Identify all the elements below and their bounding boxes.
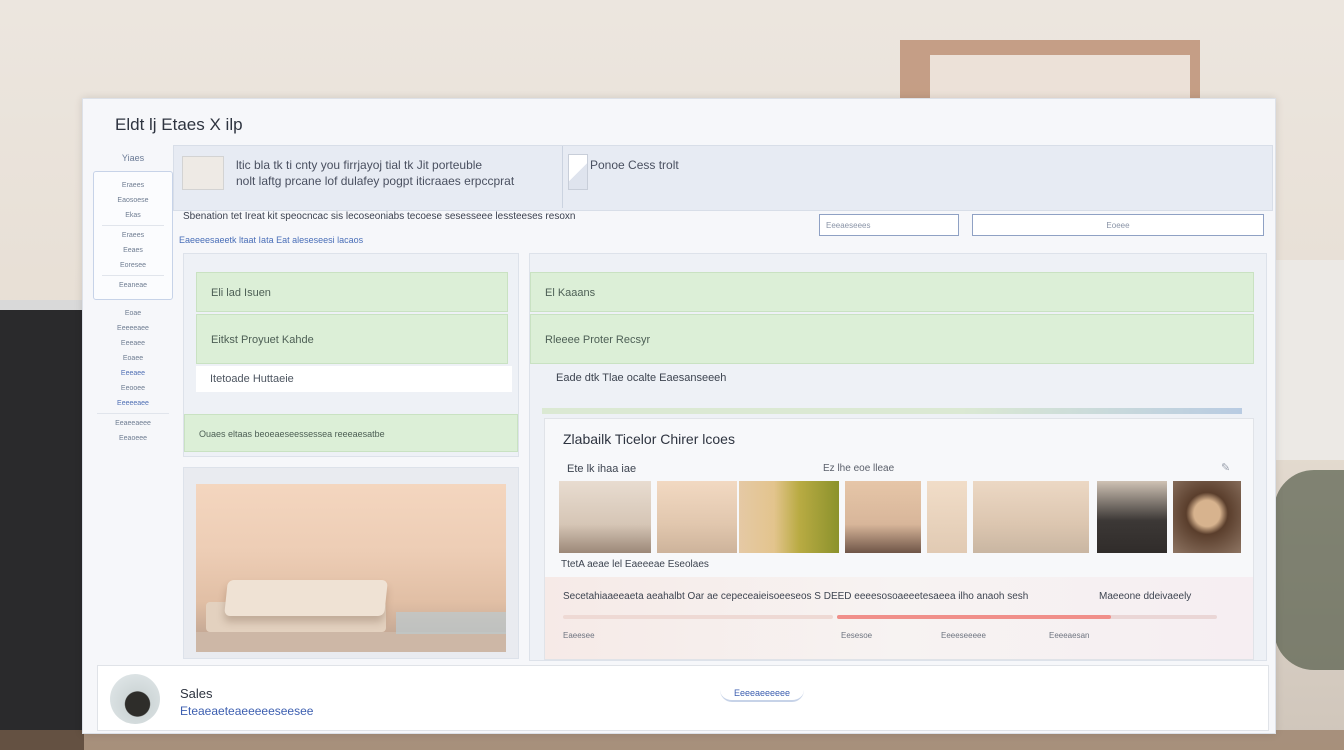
edit-icon[interactable]: ✎ — [1221, 461, 1230, 474]
gallery-panel: Zlabailk Ticelor Chirer lcoes Ete lk iha… — [544, 418, 1254, 660]
banner-thumbnail — [182, 156, 224, 190]
profile-bar: Sales Eteaeaeteaeeeeeseesee Eeeeaeeeeee — [97, 665, 1269, 731]
left-panel: Eli lad Isuen Eitkst Proyuet Kahde Iteto… — [183, 253, 519, 457]
footer-label: Eesesoe — [841, 631, 873, 640]
notice-banner: ltic bla tk ti cnty you firrjayoj tial t… — [173, 145, 1273, 211]
banner-divider — [562, 146, 563, 208]
profile-name: Sales — [180, 686, 213, 701]
sidebar-item[interactable]: Eoae — [91, 306, 175, 321]
search-input[interactable]: Eeeaeseees — [819, 214, 959, 236]
footer-label: Eeeeseeeee — [941, 631, 986, 640]
app-title: Eldt lj Etaes X ilp — [115, 115, 243, 134]
gallery-footer: Secetahiaaeeaeta aeahalbt Oar ae cepecea… — [545, 577, 1253, 659]
section-bar — [542, 408, 1242, 414]
sidebar-item[interactable]: Eeaoeee — [91, 431, 175, 446]
gallery-subtitle: Ete lk ihaa iae — [567, 463, 637, 475]
sidebar-item[interactable]: Eeeeeaee — [91, 321, 175, 336]
background-plant — [1274, 470, 1344, 670]
list-item[interactable]: Eli lad Isuen — [196, 272, 508, 312]
sidebar-item[interactable]: Eeeeeaee — [91, 396, 175, 411]
banner-text: ltic bla tk ti cnty you firrjayoj tial t… — [236, 158, 483, 172]
thumbnail[interactable] — [927, 481, 967, 553]
filter-input[interactable]: Eoeee — [972, 214, 1264, 236]
sidebar-item[interactable]: Eeooee — [91, 381, 175, 396]
status-row[interactable]: Ouaes eltaas beoeaeseessessea reeeaesatb… — [184, 414, 518, 452]
sidebar-item[interactable]: Eeaes — [96, 243, 170, 258]
thumbnail[interactable] — [739, 481, 839, 553]
sidebar-item[interactable]: Eoresee — [96, 258, 170, 273]
list-item[interactable]: Eitkst Proyuet Kahde — [196, 314, 508, 364]
sidebar-item[interactable]: Eaosoese — [96, 193, 170, 208]
sidebar-divider — [102, 275, 164, 276]
gallery-caption: TtetA aeae lel Eaeeeae Eseolaes — [561, 559, 709, 570]
image-cloth — [396, 612, 506, 634]
sidebar-header: Yiaes — [121, 153, 145, 163]
background-laptop-rim — [0, 300, 84, 310]
image-floor — [196, 632, 506, 652]
background-box — [930, 55, 1190, 100]
sidebar-divider — [97, 413, 169, 414]
footer-status: Maeeone ddeivaeely — [1099, 591, 1192, 602]
list-item[interactable]: Rleeee Proter Recsyr — [530, 314, 1254, 364]
banner-link[interactable]: Ponoe Cess trolt — [590, 158, 679, 172]
section-label: Eade dtk Tlae ocalte Eaesanseeeh — [556, 372, 727, 384]
sidebar-item[interactable]: Eeeaee — [91, 336, 175, 351]
right-panel: El Kaaans Rleeee Proter Recsyr Eade dtk … — [529, 253, 1267, 661]
sidebar-item[interactable]: Eeaneae — [96, 278, 170, 293]
page-icon — [568, 154, 588, 190]
product-image — [196, 484, 506, 652]
thumbnail[interactable] — [1097, 481, 1167, 553]
thumbnail[interactable] — [559, 481, 651, 553]
sidebar: Yiaes Eraees Eaosoese Ekas Eraees Eeaes … — [91, 147, 175, 657]
sidebar-divider — [102, 225, 164, 226]
list-item[interactable]: El Kaaans — [530, 272, 1254, 312]
action-button[interactable]: Eeeeaeeeeee — [720, 686, 805, 702]
info-link[interactable]: Eaeeeesaeetk ltaat Iata Eat aleseseesi l… — [179, 235, 363, 245]
sidebar-group: Eraees Eaosoese Ekas Eraees Eeaes Eorese… — [93, 171, 173, 300]
app-window: Eldt lj Etaes X ilp Yiaes Eraees Eaosoes… — [82, 98, 1276, 734]
thumbnail[interactable] — [1173, 481, 1241, 553]
footer-text: Secetahiaaeeaeta aeahalbt Oar ae cepecea… — [563, 591, 1029, 602]
image-pad — [224, 580, 388, 616]
avatar[interactable] — [110, 674, 160, 724]
info-text: Sbenation tet Ireat kit speocncac sis le… — [183, 211, 576, 222]
gallery-filter[interactable]: Ez lhe eoe lleae — [823, 463, 894, 474]
list-item[interactable]: Itetoade Huttaeie — [196, 366, 512, 392]
progress-bar[interactable] — [837, 615, 1217, 619]
background-laptop — [0, 300, 84, 750]
gallery-title: Zlabailk Ticelor Chirer lcoes — [563, 431, 735, 447]
footer-label: Eaeesee — [563, 631, 595, 640]
progress-fill — [837, 615, 1111, 619]
sidebar-item[interactable]: Ekas — [96, 208, 170, 223]
sidebar-item[interactable]: Eraees — [96, 178, 170, 193]
thumbnail-strip — [559, 481, 1241, 553]
sidebar-item[interactable]: Eraees — [96, 228, 170, 243]
image-panel — [183, 467, 519, 659]
banner-text: nolt laftg prcane lof dulafey pogpt itic… — [236, 174, 515, 188]
thumbnail[interactable] — [845, 481, 921, 553]
thumbnail[interactable] — [657, 481, 737, 553]
sidebar-item[interactable]: Eoaee — [91, 351, 175, 366]
thumbnail[interactable] — [973, 481, 1089, 553]
footer-label: Eeeeaesan — [1049, 631, 1090, 640]
progress-track — [563, 615, 833, 619]
profile-link[interactable]: Eteaeaeteaeeeeeseesee — [180, 704, 313, 718]
background-wall — [1274, 260, 1344, 460]
sidebar-item-active[interactable]: Eeeaee — [91, 366, 175, 381]
sidebar-item[interactable]: Eeaeeaeee — [91, 416, 175, 431]
